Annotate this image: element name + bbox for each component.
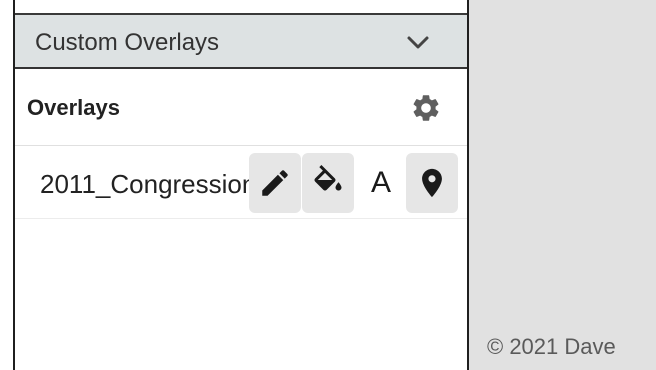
fill-color-button[interactable] xyxy=(302,153,354,213)
custom-overlays-dropdown[interactable]: Custom Overlays xyxy=(15,15,467,69)
overlay-list-item: 2011_Congressional A xyxy=(15,147,467,219)
edit-icon xyxy=(262,170,288,196)
fill-bucket-icon xyxy=(314,165,342,191)
map-attribution: © 2021 Dave xyxy=(487,334,616,359)
gear-icon[interactable] xyxy=(410,92,442,124)
panel-left-border xyxy=(13,0,15,370)
dropdown-title: Custom Overlays xyxy=(35,29,220,56)
overlay-name: 2011_Congressional xyxy=(40,169,255,199)
section-title: Overlays xyxy=(27,95,120,120)
overlays-section-header: Overlays xyxy=(15,70,467,146)
label-overlay-button[interactable]: A xyxy=(355,153,407,213)
label-icon: A xyxy=(370,166,391,199)
panel-top-divider xyxy=(13,13,469,15)
edit-overlay-button[interactable] xyxy=(249,153,301,213)
map-marker-icon xyxy=(422,168,442,198)
app-root: Custom Overlays Overlays 2011_Congressio… xyxy=(0,0,656,370)
overlays-panel: Custom Overlays Overlays 2011_Congressio… xyxy=(0,0,467,370)
map-canvas[interactable]: © 2021 Dave xyxy=(469,0,656,370)
chevron-down-icon xyxy=(407,36,429,49)
marker-overlay-button[interactable] xyxy=(406,153,458,213)
